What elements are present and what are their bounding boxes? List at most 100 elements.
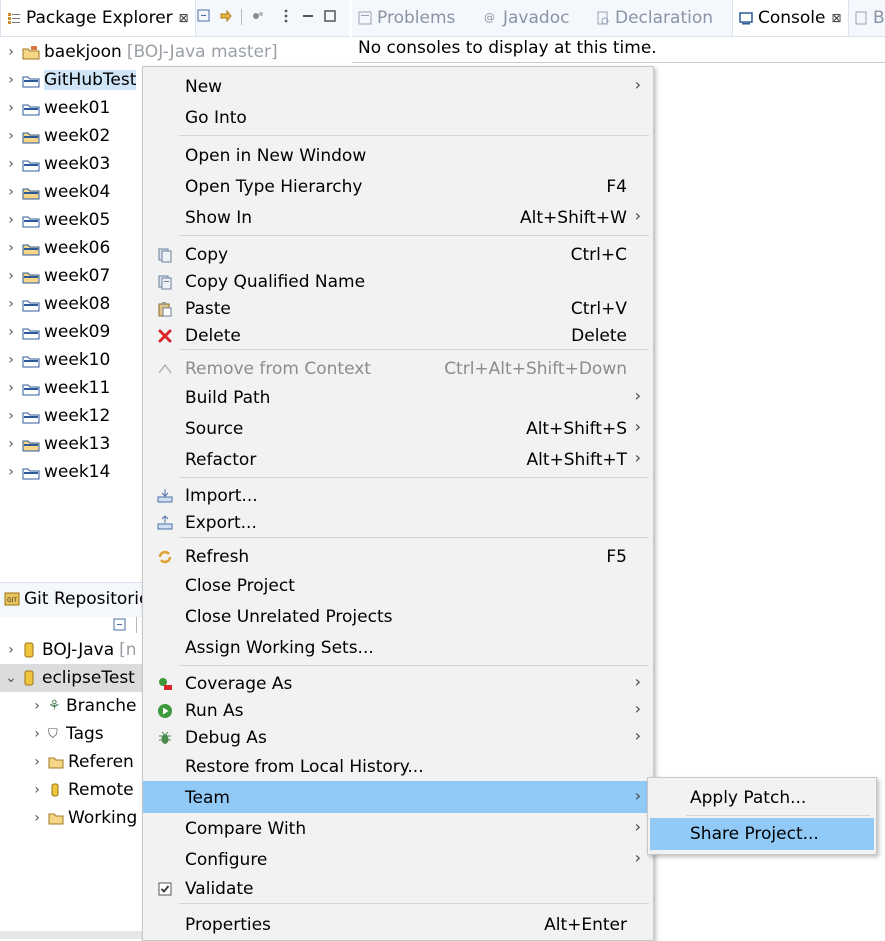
menu-item-share-project[interactable]: Share Project...	[650, 818, 874, 850]
menu-item-paste[interactable]: Paste Ctrl+V	[143, 294, 653, 324]
chevron-right-icon[interactable]: ›	[26, 754, 48, 770]
close-tab-icon[interactable]: ⊠	[832, 11, 842, 25]
collapse-all-icon[interactable]	[112, 617, 128, 633]
collapse-all-icon[interactable]	[196, 8, 212, 24]
tree-item-week11[interactable]: › week11	[0, 374, 110, 402]
menu-item-export[interactable]: Export...	[143, 508, 653, 538]
chevron-right-icon[interactable]: ›	[26, 726, 48, 742]
horizontal-scrollbar[interactable]	[0, 931, 142, 939]
menu-shortcut: Alt+Shift+S	[526, 419, 627, 439]
chevron-right-icon[interactable]: ›	[0, 212, 22, 228]
tree-item-week12[interactable]: › week12	[0, 402, 110, 430]
menu-item-source[interactable]: Source Alt+Shift+S ›	[143, 414, 653, 444]
tree-item-week05[interactable]: › week05	[0, 206, 110, 234]
menu-item-properties[interactable]: Properties Alt+Enter	[143, 910, 653, 940]
chevron-right-icon[interactable]: ›	[0, 44, 22, 60]
chevron-right-icon[interactable]: ›	[0, 464, 22, 480]
repo-eclipsetest[interactable]: ⌄ eclipseTest	[0, 664, 142, 692]
menu-item-debug-as[interactable]: Debug As ›	[143, 723, 653, 753]
menu-item-go-into[interactable]: Go Into	[143, 103, 653, 133]
tree-item-week06[interactable]: › week06	[0, 234, 110, 262]
menu-item-apply-patch[interactable]: Apply Patch...	[650, 782, 874, 814]
chevron-down-icon[interactable]: ⌄	[0, 670, 22, 686]
repo-node-branches[interactable]: › ⚘ Branche	[26, 692, 136, 720]
menu-item-copy-qualified-name[interactable]: Copy Qualified Name	[143, 267, 653, 297]
menu-item-validate[interactable]: Validate	[143, 874, 653, 904]
menu-item-refactor[interactable]: Refactor Alt+Shift+T ›	[143, 445, 653, 475]
repo-node-remotes[interactable]: › Remote	[26, 776, 133, 804]
repo-node-working-tree[interactable]: › Working	[26, 804, 137, 832]
view-menu-icon[interactable]	[278, 8, 294, 24]
tree-item-week03[interactable]: › week03	[0, 150, 110, 178]
node-label: Working	[68, 808, 138, 828]
repo-boj-java[interactable]: › BOJ-Java [n	[0, 636, 136, 664]
tree-item-githubtest[interactable]: › GitHubTest	[0, 66, 137, 94]
close-tab-icon[interactable]: ⊠	[179, 11, 189, 25]
menu-item-compare-with[interactable]: Compare With ›	[143, 814, 653, 844]
chevron-right-icon[interactable]: ›	[0, 296, 22, 312]
tab-bookmarks[interactable]: B	[854, 0, 885, 36]
minimize-icon[interactable]	[300, 8, 316, 24]
chevron-right-icon[interactable]: ›	[0, 184, 22, 200]
project-folder-icon	[22, 328, 40, 339]
menu-item-close-unrelated-projects[interactable]: Close Unrelated Projects	[143, 602, 653, 632]
tree-item-week08[interactable]: › week08	[0, 290, 110, 318]
chevron-right-icon[interactable]: ›	[0, 100, 22, 116]
menu-item-copy[interactable]: Copy Ctrl+C	[143, 240, 653, 270]
menu-item-open-type-hierarchy[interactable]: Open Type Hierarchy F4	[143, 172, 653, 202]
link-with-editor-icon[interactable]	[218, 8, 234, 24]
menu-item-delete[interactable]: Delete Delete	[143, 321, 653, 351]
tab-problems[interactable]: Problems	[358, 0, 455, 36]
chevron-right-icon[interactable]: ›	[0, 128, 22, 144]
chevron-right-icon[interactable]: ›	[0, 380, 22, 396]
chevron-right-icon[interactable]: ›	[0, 240, 22, 256]
menu-item-team[interactable]: Team ›	[143, 781, 653, 813]
tree-item-week02[interactable]: › week02	[0, 122, 110, 150]
tab-declaration[interactable]: Declaration	[596, 0, 713, 36]
menu-item-open-new-window[interactable]: Open in New Window	[143, 141, 653, 171]
menu-item-refresh[interactable]: Refresh F5	[143, 542, 653, 572]
tab-package-explorer[interactable]: Package Explorer ⊠	[0, 0, 196, 36]
filter-icon[interactable]	[250, 8, 266, 24]
menu-item-run-as[interactable]: Run As ›	[143, 696, 653, 726]
chevron-right-icon[interactable]: ›	[0, 268, 22, 284]
menu-item-configure[interactable]: Configure ›	[143, 845, 653, 875]
menu-item-import[interactable]: Import...	[143, 481, 653, 511]
chevron-right-icon[interactable]: ›	[0, 408, 22, 424]
chevron-right-icon[interactable]: ›	[26, 782, 48, 798]
tab-console[interactable]: Console ⊠	[732, 0, 849, 36]
chevron-right-icon[interactable]: ›	[26, 810, 48, 826]
tree-item-week01[interactable]: › week01	[0, 94, 110, 122]
tree-item-baekjoon[interactable]: › baekjoon [BOJ-Java master]	[0, 38, 277, 66]
tab-git-repositories[interactable]: GIT Git Repositorie	[4, 589, 149, 609]
menu-item-close-project[interactable]: Close Project	[143, 571, 653, 601]
tree-item-week04[interactable]: › week04	[0, 178, 110, 206]
tree-label: week04	[44, 182, 111, 202]
chevron-right-icon[interactable]: ›	[0, 156, 22, 172]
repo-node-references[interactable]: › Referen	[26, 748, 134, 776]
chevron-right-icon[interactable]: ›	[0, 352, 22, 368]
tab-javadoc[interactable]: @ Javadoc	[484, 0, 569, 36]
menu-item-restore-local-history[interactable]: Restore from Local History...	[143, 752, 653, 782]
tree-item-week07[interactable]: › week07	[0, 262, 110, 290]
repo-node-tags[interactable]: › ⛉ Tags	[26, 720, 104, 748]
tree-item-week09[interactable]: › week09	[0, 318, 110, 346]
menu-label: Run As	[185, 701, 244, 721]
menu-item-show-in[interactable]: Show In Alt+Shift+W ›	[143, 203, 653, 233]
menu-item-new[interactable]: New ›	[143, 72, 653, 102]
chevron-right-icon[interactable]: ›	[0, 72, 22, 88]
tree-item-week10[interactable]: › week10	[0, 346, 110, 374]
node-label: Tags	[66, 724, 104, 744]
menu-item-coverage-as[interactable]: Coverage As ›	[143, 669, 653, 699]
chevron-right-icon[interactable]: ›	[0, 436, 22, 452]
menu-item-build-path[interactable]: Build Path ›	[143, 383, 653, 413]
chevron-right-icon[interactable]: ›	[0, 324, 22, 340]
maximize-icon[interactable]	[322, 8, 338, 24]
menu-item-assign-working-sets[interactable]: Assign Working Sets...	[143, 633, 653, 663]
tree-item-week13[interactable]: › week13	[0, 430, 110, 458]
menu-label: Import...	[185, 486, 258, 506]
menu-shortcut: Alt+Shift+W	[520, 208, 627, 228]
tree-item-week14[interactable]: › week14	[0, 458, 110, 486]
chevron-right-icon[interactable]: ›	[0, 642, 22, 658]
chevron-right-icon[interactable]: ›	[26, 698, 48, 714]
